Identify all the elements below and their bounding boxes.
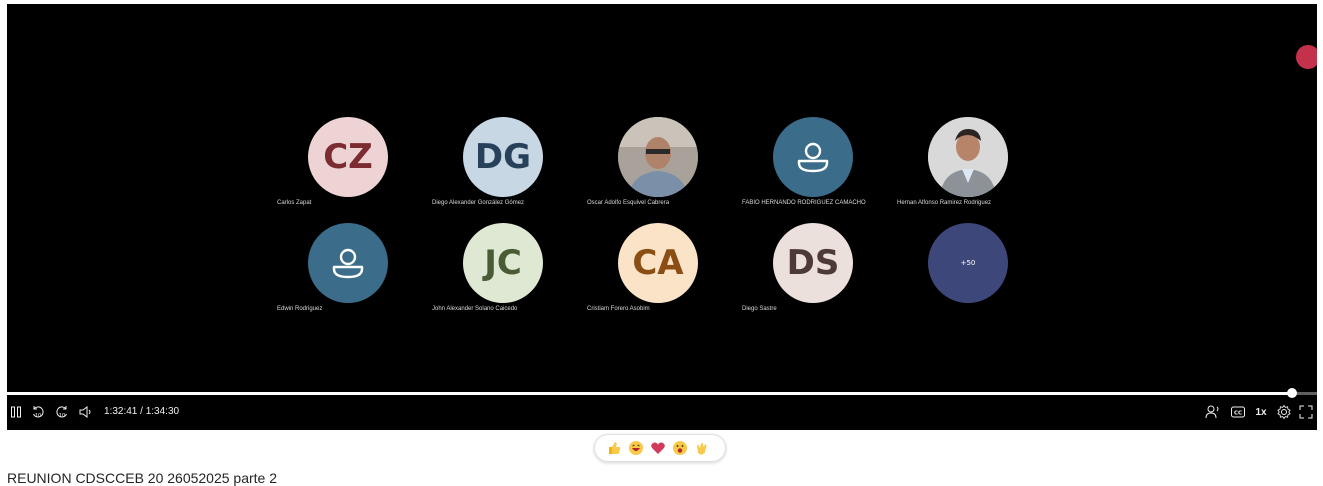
player-controls: 10 10 1:32:41 / 1:34:30 CC 1x xyxy=(7,402,1317,422)
captions-icon[interactable]: CC xyxy=(1229,404,1247,420)
time-display: 1:32:41 / 1:34:30 xyxy=(104,406,180,417)
participant-avatar: CZ xyxy=(308,117,388,197)
seek-bar-progress xyxy=(7,392,1292,395)
video-player[interactable]: CZ Carlos Zapat DG Diego Alexander Gonzá… xyxy=(7,4,1317,430)
like-reaction-icon[interactable] xyxy=(606,440,622,456)
settings-gear-icon[interactable] xyxy=(1275,404,1293,420)
playback-speed-button[interactable]: 1x xyxy=(1252,404,1270,420)
recording-indicator xyxy=(1296,45,1317,69)
participant-name: Hernan Alfonso Ramirez Rodriguez xyxy=(897,200,992,206)
participant-tile: DG Diego Alexander González Gómez xyxy=(432,117,592,217)
participant-tile: Hernan Alfonso Ramirez Rodriguez xyxy=(897,117,1057,217)
applause-reaction-icon[interactable] xyxy=(694,440,710,456)
participant-avatar: DS xyxy=(773,223,853,303)
laugh-reaction-icon[interactable] xyxy=(628,440,644,456)
recording-title: REUNION CDSCCEB 20 26052025 parte 2 xyxy=(7,470,278,486)
seek-handle[interactable] xyxy=(1286,388,1297,398)
participant-tile: Edwin Rodriguez xyxy=(277,223,437,323)
seek-bar[interactable] xyxy=(7,392,1317,395)
svg-text:CC: CC xyxy=(1234,411,1242,417)
skip-back-icon[interactable]: 10 xyxy=(29,404,47,420)
reactions-bar xyxy=(594,434,726,462)
participant-tile: DS Diego Sastre xyxy=(742,223,902,323)
participant-tile: CZ Carlos Zapat xyxy=(277,117,437,217)
svg-text:10: 10 xyxy=(35,413,41,419)
participant-tile: Oscar Adolfo Esquivel Cabrera xyxy=(587,117,747,217)
more-participants-tile[interactable]: +50 xyxy=(897,223,1057,323)
participant-avatar: DG xyxy=(463,117,543,197)
volume-icon[interactable] xyxy=(77,404,95,420)
skip-forward-icon[interactable]: 10 xyxy=(53,404,71,420)
person-icon xyxy=(308,223,388,303)
participants-icon[interactable] xyxy=(1204,404,1222,420)
fullscreen-icon[interactable] xyxy=(1297,404,1315,420)
participant-tile: CA Cristiam Forero Asobim xyxy=(587,223,747,323)
surprised-reaction-icon[interactable] xyxy=(672,440,688,456)
more-participants-badge[interactable]: +50 xyxy=(928,223,1008,303)
participant-avatar: JC xyxy=(463,223,543,303)
participant-tile: FABIO HERNANDO RODRIGUEZ CAMACHO xyxy=(742,117,902,217)
svg-text:10: 10 xyxy=(59,413,65,419)
participant-photo xyxy=(618,117,698,197)
participant-photo xyxy=(928,117,1008,197)
person-icon xyxy=(773,117,853,197)
heart-reaction-icon[interactable] xyxy=(650,440,666,456)
participant-avatar: CA xyxy=(618,223,698,303)
participant-tile: JC John Alexander Solano Caicedo xyxy=(432,223,592,323)
pause-icon[interactable] xyxy=(9,404,23,420)
